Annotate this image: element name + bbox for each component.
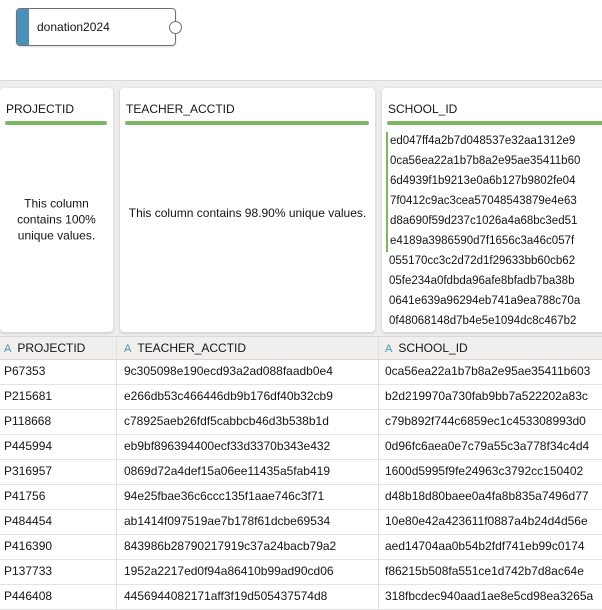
table-cell[interactable]: d48b18d80baee0a4fa8b835a7496d77 [385, 484, 589, 509]
table-row[interactable]: P446408 4456944082171aff3f19d505437574d8 3… [0, 584, 602, 610]
value-distribution-list: ed047ff4a2b7d048537e32aa1312e9 0ca56ea22… [386, 132, 602, 332]
column-divider[interactable] [378, 336, 379, 610]
value-item[interactable]: 6d4939f1b9213e0a6b127b9802fe04 [386, 172, 602, 192]
text-type-icon: A [124, 343, 132, 355]
text-type-icon: A [4, 343, 12, 355]
table-cell[interactable]: 1600d5995f9fe24963c3792cc150402 [385, 459, 583, 484]
table-cell[interactable]: c79b892f744c6859ec1c453308993d0 [385, 409, 586, 434]
table-row[interactable]: P445994 eb9bf896394400ecf33d3370b343e432 0… [0, 434, 602, 460]
column-header-projectid[interactable]: A PROJECTID [4, 337, 85, 359]
table-cell[interactable]: P67353 [4, 359, 45, 384]
table-row[interactable]: P118668 c78925aeb26fdf5cabbcb46d3b538b1d c… [0, 409, 602, 435]
value-item[interactable]: 7f0412c9ac3cea57048543879e4e63 [386, 192, 602, 212]
value-item[interactable]: e4189a3986590d7f1656c3a46c057f [386, 232, 602, 252]
table-cell[interactable]: P416390 [4, 534, 52, 559]
profile-card-header: SCHOOL_ID [388, 102, 458, 116]
quality-bar [125, 121, 369, 125]
table-cell[interactable]: P446408 [4, 584, 52, 609]
flow-canvas: donation2024 [0, 0, 602, 80]
value-item[interactable]: 0641e639a96294eb741a9ea788c70a [386, 292, 602, 312]
table-row[interactable]: P41756 94e25fbae36c6ccc135f1aae746c3f71 d4… [0, 484, 602, 510]
value-item[interactable]: 055170cc3c2d72d1f29633bb60cb62 [386, 252, 602, 272]
table-cell[interactable]: P118668 [4, 409, 51, 434]
data-preview-table: A PROJECTID A TEACHER_ACCTID A SCHOOL_ID P6… [0, 336, 602, 610]
table-cell[interactable]: c78925aeb26fdf5cabbcb46d3b538b1d [124, 409, 329, 434]
table-cell[interactable]: e266db53c466446db9b176df40b32cb9 [124, 384, 333, 409]
profile-card-header: TEACHER_ACCTID [126, 102, 235, 116]
table-cell[interactable]: 4456944082171aff3f19d505437574d8 [124, 584, 327, 609]
column-header-school-id[interactable]: A SCHOOL_ID [385, 337, 468, 359]
value-item[interactable]: d8a690f59d237c1026a4a68bc3ed51 [386, 212, 602, 232]
table-cell[interactable]: b2d219970a730fab9bb7a522202a83c [385, 384, 588, 409]
unique-values-message: This column contains 100% unique values. [17, 196, 96, 243]
table-cell[interactable]: 9c305098e190ecd93a2ad088faadb0e4 [124, 359, 333, 384]
table-cell[interactable]: P316957 [4, 459, 52, 484]
profile-card-header: PROJECTID [6, 102, 75, 116]
table-row[interactable]: P484454 ab1414f097519ae7b178f61dcbe69534 1… [0, 509, 602, 535]
table-cell[interactable]: 843986b28790217919c37a24bacb79a2 [124, 534, 336, 559]
table-cell[interactable]: P137733 [4, 559, 52, 584]
table-cell[interactable]: eb9bf896394400ecf33d3370b343e432 [124, 434, 330, 459]
table-row[interactable]: P67353 9c305098e190ecd93a2ad088faadb0e4 0c… [0, 359, 602, 385]
profile-card-teacher-acctid[interactable]: TEACHER_ACCTID This column contains 98.9… [120, 88, 375, 332]
table-cell[interactable]: f86215b508fa551ce1d742b7d8ac64e [385, 559, 584, 584]
table-cell[interactable]: 0d96fc6aea0e7c79a55c3a778f34c4d4 [385, 434, 589, 459]
table-row[interactable]: P215681 e266db53c466446db9b176df40b32cb9 b… [0, 384, 602, 410]
value-item[interactable]: 05fe234a0fdbda96afe8bfadb7ba38b [386, 272, 602, 292]
column-divider[interactable] [116, 336, 117, 610]
dataset-node[interactable]: donation2024 [16, 8, 182, 46]
table-cell[interactable]: P484454 [4, 509, 52, 534]
quality-bar [5, 121, 107, 125]
column-header-teacher-acctid[interactable]: A TEACHER_ACCTID [124, 337, 246, 359]
table-cell[interactable]: 0ca56ea22a1b7b8a2e95ae35411b603 [385, 359, 590, 384]
quality-bar [387, 121, 602, 125]
table-row[interactable]: P316957 0869d72a4def15a06ee11435a5fab419 1… [0, 459, 602, 485]
table-cell[interactable]: 1952a2217ed0f94a86410b99ad90cd06 [124, 559, 334, 584]
profile-card-projectid[interactable]: PROJECTID This column contains 100% uniq… [0, 88, 113, 332]
node-type-stripe [17, 9, 29, 45]
table-row[interactable]: P416390 843986b28790217919c37a24bacb79a2 a… [0, 534, 602, 560]
value-item[interactable]: ed047ff4a2b7d048537e32aa1312e9 [386, 132, 602, 152]
table-cell[interactable]: aed14704aa0b54b2fdf741eb99c0174 [385, 534, 585, 559]
table-cell[interactable]: ab1414f097519ae7b178f61dcbe69534 [124, 509, 330, 534]
value-item[interactable]: 0ca56ea22a1b7b8a2e95ae35411b60 [386, 152, 602, 172]
profile-card-school-id[interactable]: SCHOOL_ID ed047ff4a2b7d048537e32aa1312e9… [382, 88, 602, 332]
table-header: A PROJECTID A TEACHER_ACCTID A SCHOOL_ID [0, 336, 602, 360]
column-profile-panel: PROJECTID This column contains 100% uniq… [0, 80, 602, 337]
text-type-icon: A [385, 343, 393, 355]
table-cell[interactable]: P215681 [4, 384, 52, 409]
table-cell[interactable]: P445994 [4, 434, 52, 459]
value-item[interactable]: 0f48068148d7b4e5e1094dc8c467b2 [386, 312, 602, 332]
node-title: donation2024 [37, 20, 110, 34]
table-cell[interactable]: 318fbcdec940aad1ae8e5cd98ea3265a [385, 584, 593, 609]
table-cell[interactable]: P41756 [4, 484, 45, 509]
node-output-port[interactable] [169, 21, 182, 34]
table-cell[interactable]: 94e25fbae36c6ccc135f1aae746c3f71 [124, 484, 324, 509]
table-cell[interactable]: 0869d72a4def15a06ee11435a5fab419 [124, 459, 330, 484]
table-row[interactable]: P137733 1952a2217ed0f94a86410b99ad90cd06 f… [0, 559, 602, 585]
unique-values-message: This column contains 98.90% unique value… [128, 206, 367, 221]
table-cell[interactable]: 10e80e42a423611f0887a4b24d4d56e [385, 509, 588, 534]
